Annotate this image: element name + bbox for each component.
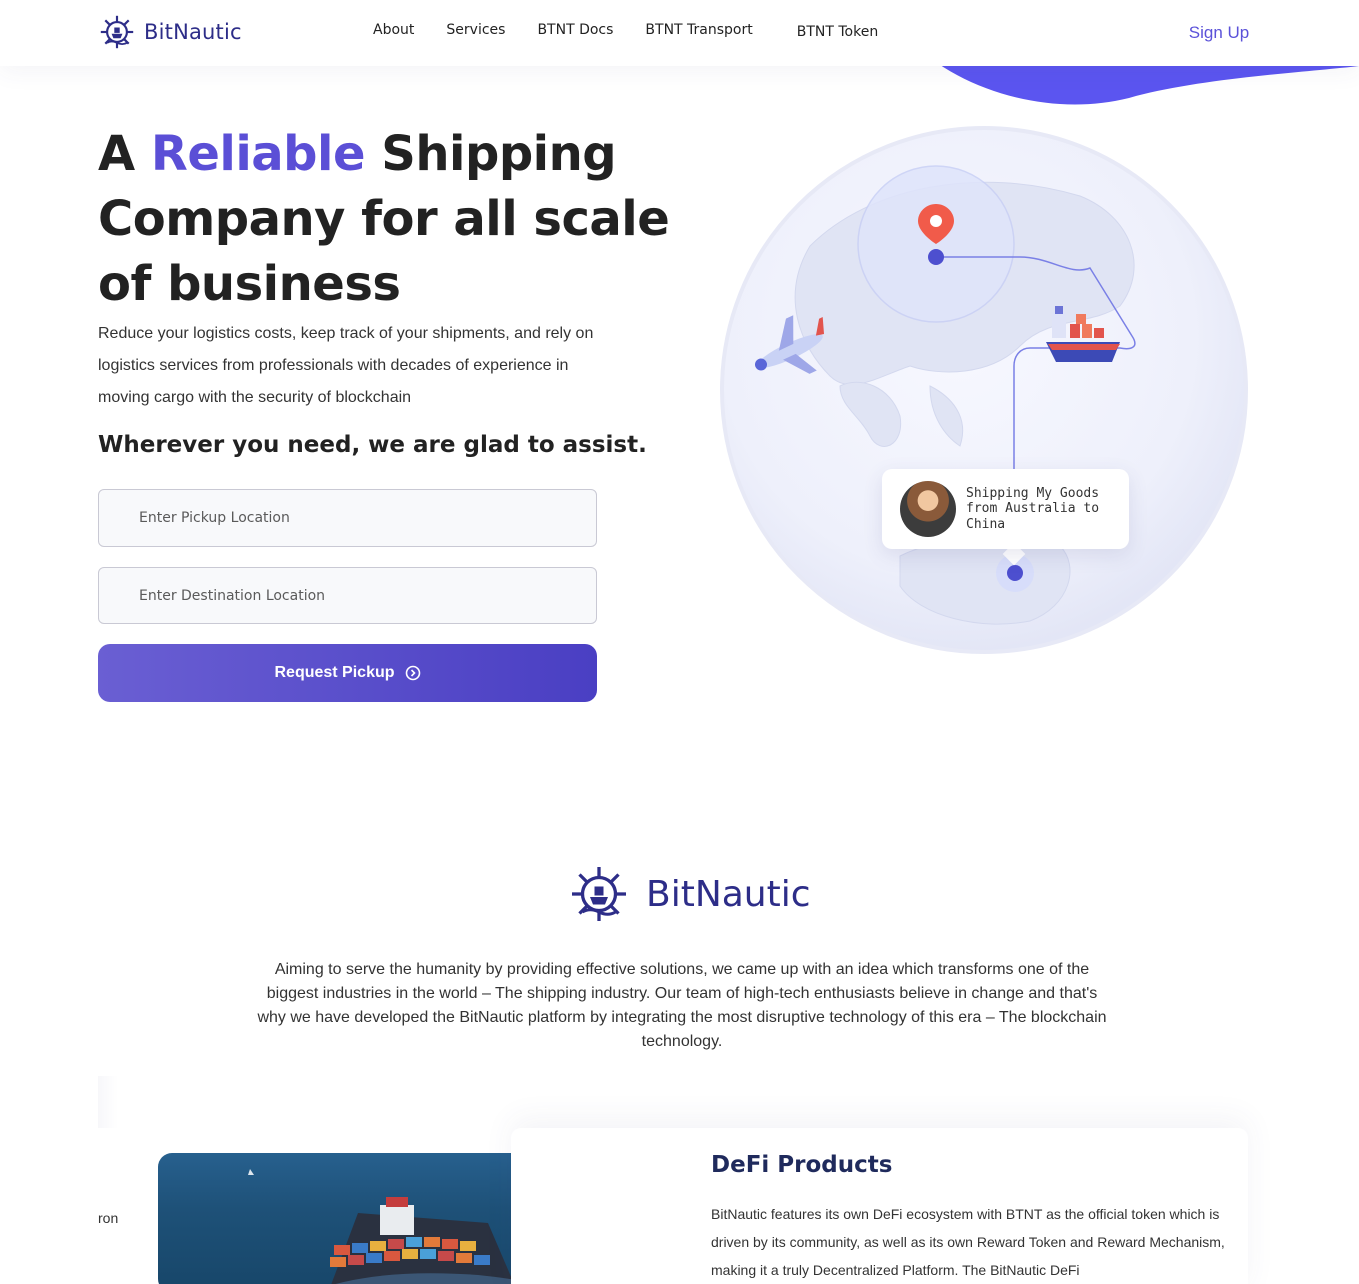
pickup-field <box>98 489 597 547</box>
request-pickup-label: Request Pickup <box>274 664 395 681</box>
brand-name: BitNautic <box>144 20 242 44</box>
request-pickup-button[interactable]: Request Pickup <box>98 644 597 702</box>
brand-logo[interactable]: BitNautic <box>98 14 242 50</box>
nav-about[interactable]: About <box>373 22 414 40</box>
nav-services[interactable]: Services <box>446 22 505 40</box>
hero-title-accent: Reliable <box>150 126 366 182</box>
globe-illustration <box>720 126 1248 654</box>
hero-title: A Reliable Shipping Company for all scal… <box>98 122 698 317</box>
about-logo: BitNautic <box>566 864 811 924</box>
shipment-card-text: Shipping My Goods from Australia to Chin… <box>966 485 1100 532</box>
signup-button[interactable]: Sign Up <box>1170 10 1268 56</box>
avatar <box>900 481 956 537</box>
ship-wheel-icon <box>100 15 134 49</box>
ship-wheel-icon <box>572 867 626 921</box>
destination-field <box>98 567 597 624</box>
defi-description: BitNautic features its own DeFi ecosyste… <box>711 1206 1225 1278</box>
nav-btnt-transport[interactable]: BTNT Transport <box>645 22 752 40</box>
nav-btnt-token[interactable]: BTNT Token <box>797 24 878 40</box>
auth-buttons: Login Sign Up <box>1075 10 1268 56</box>
hero-description: Reduce your logistics costs, keep track … <box>98 325 594 406</box>
defi-title: DeFi Products <box>711 1152 893 1178</box>
login-button[interactable]: Login <box>1075 10 1158 56</box>
shipment-card: Shipping My Goods from Australia to Chin… <box>882 469 1129 549</box>
arrow-circle-right-icon <box>405 665 420 681</box>
nav-btnt-docs[interactable]: BTNT Docs <box>537 22 613 40</box>
destination-location-input[interactable] <box>99 568 596 623</box>
carousel-edge-fade <box>98 1076 118 1128</box>
about-brand-name: BitNautic <box>646 873 811 915</box>
previous-slide-fragment: ron <box>98 1210 119 1226</box>
pickup-location-input[interactable] <box>99 490 596 546</box>
hero-subtitle: Wherever you need, we are glad to assist… <box>98 432 647 458</box>
hero-title-pre: A <box>98 126 151 182</box>
main-nav: About Services BTNT Docs BTNT Transport … <box>373 22 910 40</box>
about-description: Aiming to serve the humanity by providin… <box>257 961 1107 1050</box>
